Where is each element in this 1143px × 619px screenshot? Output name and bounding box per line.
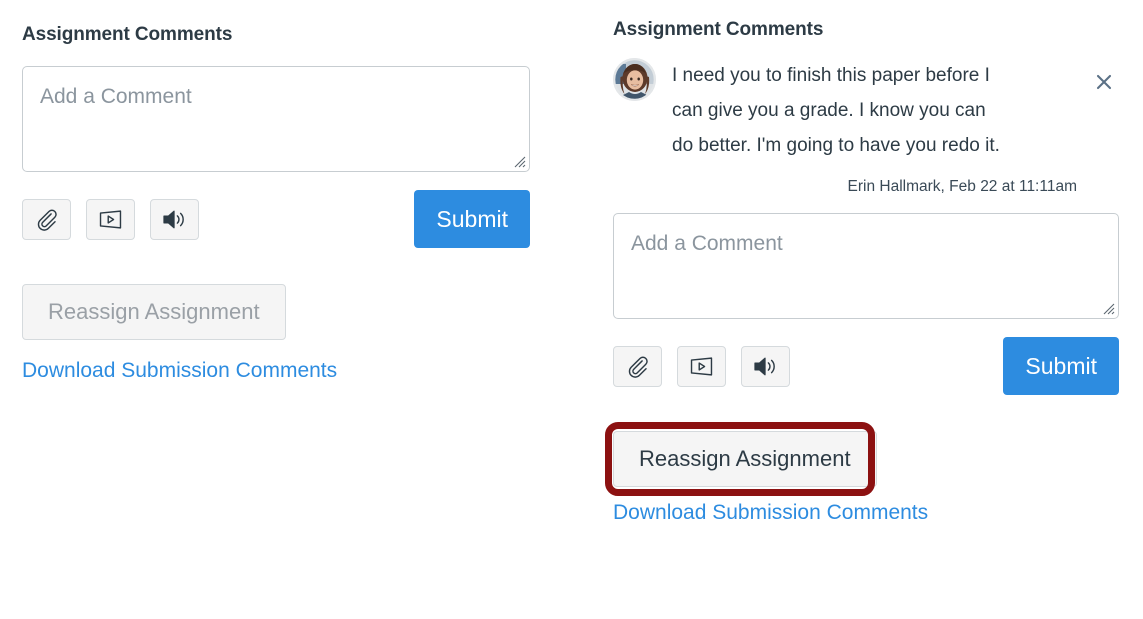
comment-textarea[interactable]: Add a Comment (22, 66, 530, 172)
comment-textarea[interactable]: Add a Comment (613, 213, 1119, 319)
comment-placeholder: Add a Comment (40, 85, 192, 108)
resize-grip-icon[interactable] (1102, 302, 1115, 315)
close-icon-button[interactable] (1091, 69, 1117, 95)
comment-placeholder: Add a Comment (631, 232, 783, 255)
video-icon-button[interactable] (86, 198, 135, 240)
comment-body: I need you to finish this paper before I… (672, 58, 1119, 197)
attachment-icon (35, 208, 58, 231)
attachment-icon (626, 355, 649, 378)
reassign-wrapper: Reassign Assignment (22, 284, 530, 340)
comment-text: I need you to finish this paper before I… (672, 65, 1000, 156)
audio-icon-button[interactable] (741, 345, 790, 387)
reassign-assignment-button[interactable]: Reassign Assignment (22, 284, 286, 340)
page-title: Assignment Comments (22, 24, 233, 45)
attachment-icon-button[interactable] (22, 198, 71, 240)
attachment-icon-button[interactable] (613, 345, 662, 387)
submit-button[interactable]: Submit (414, 190, 530, 248)
assignment-comments-panel-left: Assignment Comments Add a Comment Submit… (22, 0, 530, 382)
page-title: Assignment Comments (613, 19, 824, 40)
resize-grip-icon[interactable] (513, 155, 526, 168)
reassign-assignment-button[interactable]: Reassign Assignment (613, 431, 877, 487)
download-submission-comments-link[interactable]: Download Submission Comments (22, 360, 337, 381)
reassign-wrapper: Reassign Assignment (605, 422, 877, 496)
assignment-comments-panel-right: Assignment Comments I need you to finish… (605, 0, 1119, 524)
video-icon (98, 209, 123, 229)
audio-icon (753, 356, 778, 377)
comment-author-timestamp: Erin Hallmark, Feb 22 at 11:11am (847, 178, 1077, 195)
submit-button[interactable]: Submit (1003, 337, 1119, 395)
close-icon (1094, 72, 1114, 92)
video-icon-button[interactable] (677, 345, 726, 387)
audio-icon (162, 209, 187, 230)
download-submission-comments-link[interactable]: Download Submission Comments (613, 502, 928, 523)
comment-list-item: I need you to finish this paper before I… (613, 58, 1119, 197)
avatar (613, 58, 656, 101)
video-icon (689, 356, 714, 376)
comment-action-bar: Submit (613, 337, 1119, 395)
audio-icon-button[interactable] (150, 198, 199, 240)
comment-action-bar: Submit (22, 190, 530, 248)
